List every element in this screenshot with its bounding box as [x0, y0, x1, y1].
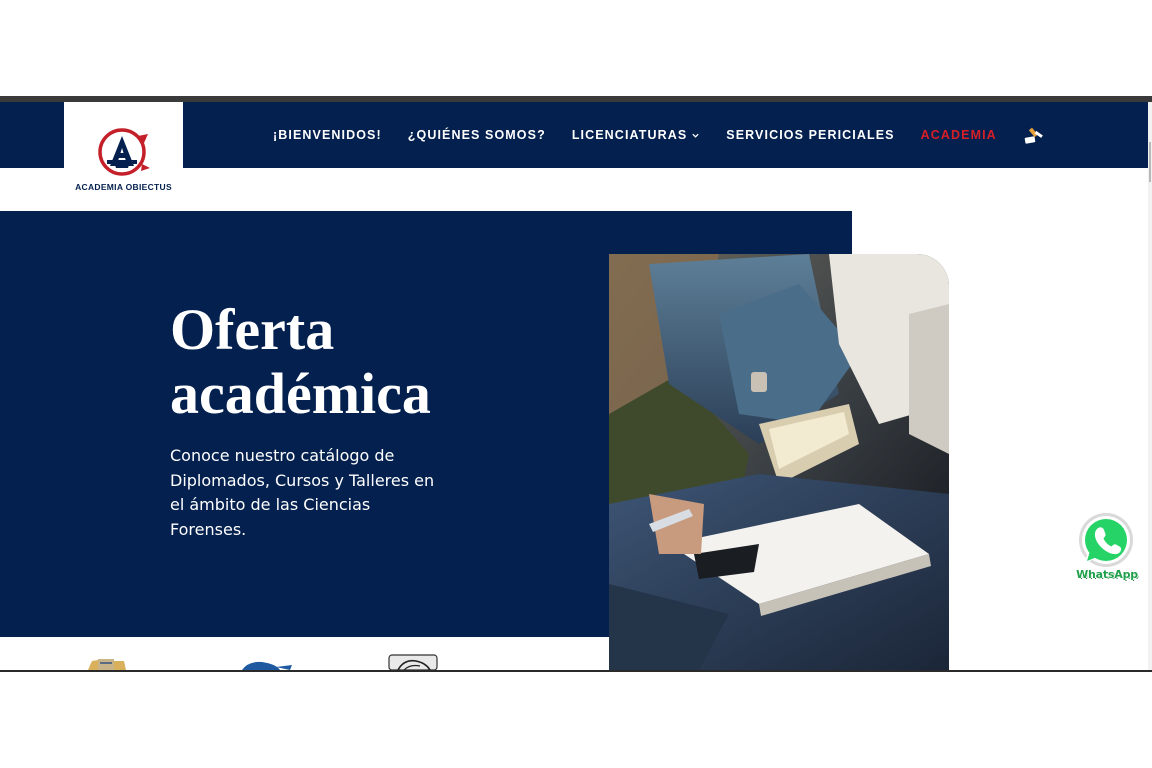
whatsapp-label: WhatsApp: [1076, 568, 1138, 581]
academia-emblem-icon: [97, 128, 150, 176]
nav-item-licenciaturas-label: LICENCIATURAS: [571, 128, 688, 142]
chevron-down-icon: [692, 133, 699, 138]
nav-item-bienvenidos[interactable]: ¡BIENVENIDOS!: [273, 128, 382, 142]
hero-description: Conoce nuestro catálogo de Diplomados, C…: [170, 446, 435, 539]
site-logo[interactable]: ACADEMIA OBIECTUS: [64, 102, 183, 202]
nav-item-quienes-somos[interactable]: ¿QUIÉNES SOMOS?: [408, 128, 546, 142]
whatsapp-icon: [1079, 513, 1133, 567]
hero-title-line-1: Oferta: [170, 297, 335, 362]
scrollbar-thumb[interactable]: [1149, 142, 1151, 182]
hero-title-line-2: académica: [170, 361, 431, 426]
browser-frame-bottom-line: [0, 670, 1152, 672]
page-scrollbar[interactable]: [1148, 102, 1152, 670]
hero-photo: [609, 254, 949, 670]
nav-item-servicios-periciales[interactable]: SERVICIOS PERICIALES: [726, 128, 894, 142]
blue-emblem-logo: [242, 661, 292, 670]
partner-logos: [0, 637, 609, 670]
nav-item-academia[interactable]: ACADEMIA: [921, 128, 997, 142]
hero-title: Oferta académica: [170, 298, 431, 426]
main-nav: ¡BIENVENIDOS! ¿QUIÉNES SOMOS? LICENCIATU…: [260, 102, 1046, 168]
logo-text: ACADEMIA OBIECTUS: [75, 182, 172, 192]
institution-seal-logo: [88, 659, 126, 670]
nav-item-licenciaturas[interactable]: LICENCIATURAS: [572, 128, 700, 142]
gavel-icon[interactable]: [1022, 123, 1046, 147]
students-with-notebooks-photo: [609, 254, 949, 670]
whatsapp-button[interactable]: WhatsApp: [1074, 512, 1140, 584]
gray-emblem-logo: [388, 654, 438, 670]
